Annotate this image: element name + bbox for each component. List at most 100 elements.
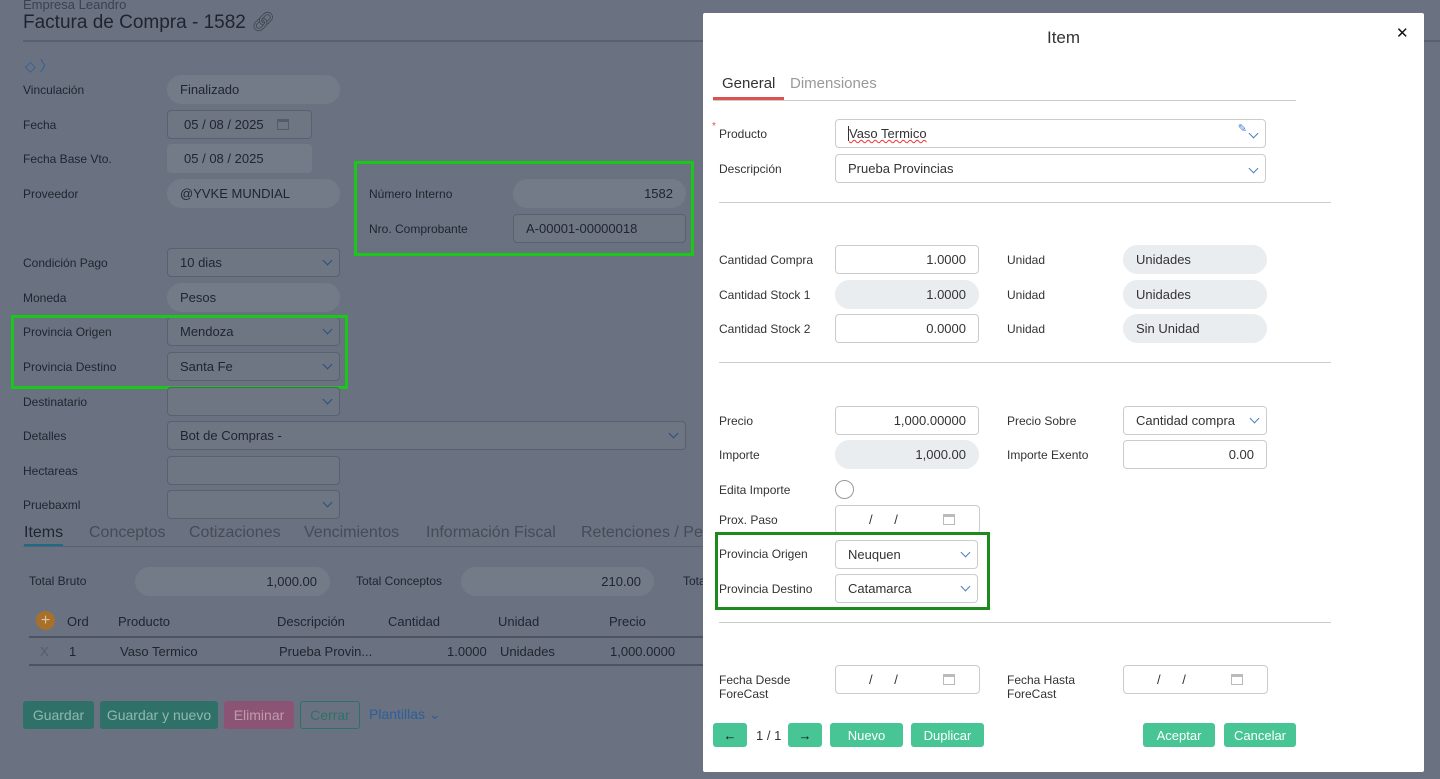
col-descripcion: Descripción	[277, 614, 345, 629]
fecha-hasta-label: Fecha Hasta ForeCast	[1007, 673, 1076, 701]
tab-retenciones[interactable]: Retenciones / Pe	[581, 524, 703, 542]
fecha-base-month: 08	[209, 151, 224, 166]
detalles-select[interactable]: Bot de Compras -	[167, 421, 686, 450]
prev-arrow-icon[interactable]: ←	[713, 723, 747, 747]
unidad-label: Unidad	[1007, 253, 1046, 267]
chevron-down-icon	[322, 394, 333, 405]
precio-label: Precio	[719, 414, 754, 428]
importe-label: Importe	[719, 448, 760, 462]
descripcion-select[interactable]: Prueba Provincias	[835, 154, 1266, 183]
fecha-base-day: 05	[184, 151, 199, 166]
proveedor-label: Proveedor	[23, 187, 79, 201]
unidad-label: Unidad	[1007, 288, 1046, 302]
total-bruto-value: 1,000.00	[135, 567, 330, 596]
col-unidad: Unidad	[498, 614, 540, 629]
chevron-down-icon	[322, 497, 333, 508]
fecha-base-field: 05 / 08 / 2025	[167, 144, 312, 173]
tab-items[interactable]: Items	[24, 524, 64, 547]
tab-vencimientos[interactable]: Vencimientos	[304, 524, 399, 542]
precio-sobre-value: Cantidad compra	[1136, 413, 1235, 428]
chevron-down-icon	[1248, 128, 1259, 139]
hectareas-input[interactable]	[167, 456, 340, 485]
highlight-box	[354, 161, 694, 256]
calendar-icon[interactable]	[943, 514, 955, 525]
highlight-box	[11, 315, 348, 389]
condicion-pago-label: Condición Pago	[23, 256, 108, 270]
precio-input[interactable]: 1,000.00000	[835, 406, 979, 435]
chevron-down-icon	[668, 428, 679, 439]
edit-pencil-icon[interactable]: ✎	[1238, 122, 1247, 135]
page-title-text: Factura de Compra - 1582	[23, 12, 246, 33]
calendar-icon[interactable]	[943, 674, 955, 685]
destinatario-select[interactable]	[167, 387, 340, 416]
tag-icon[interactable]: ◇ 〉	[25, 56, 54, 76]
required-marker: *	[712, 121, 716, 132]
moneda-field: Pesos	[167, 283, 340, 312]
aceptar-button[interactable]: Aceptar	[1143, 723, 1215, 747]
proveedor-field: @YVKE MUNDIAL	[167, 179, 340, 208]
total-conceptos-value: 210.00	[461, 567, 654, 596]
tab-general[interactable]: General	[713, 75, 785, 100]
cantidad-compra-input[interactable]: 1.0000	[835, 245, 979, 274]
total-bruto-label: Total Bruto	[29, 574, 87, 588]
importe-exento-label: Importe Exento	[1007, 448, 1089, 462]
prox-paso-label: Prox. Paso	[719, 513, 778, 527]
cancelar-button[interactable]: Cancelar	[1224, 723, 1296, 747]
total-conceptos-label: Total Conceptos	[356, 574, 443, 588]
delete-row-icon[interactable]: X	[40, 644, 49, 659]
pruebaxml-select[interactable]	[167, 490, 340, 519]
plantillas-dropdown[interactable]: Plantillas ⌄	[369, 706, 441, 723]
chevron-down-icon	[1249, 413, 1260, 424]
add-row-icon[interactable]: +	[36, 611, 55, 630]
prox-paso-date-input[interactable]: / /	[835, 505, 980, 534]
calendar-icon[interactable]	[1231, 674, 1243, 685]
fecha-hasta-date-input[interactable]: / /	[1123, 665, 1268, 694]
pruebaxml-label: Pruebaxml	[23, 498, 81, 512]
detalles-label: Detalles	[23, 429, 67, 443]
fecha-label: Fecha	[23, 118, 57, 132]
fecha-input[interactable]: 05 / 08 / 2025	[167, 110, 312, 139]
fecha-base-year: 2025	[234, 151, 264, 166]
fecha-desde-date-input[interactable]: / /	[835, 665, 980, 694]
duplicar-button[interactable]: Duplicar	[911, 723, 984, 747]
condicion-pago-value: 10 dias	[180, 255, 222, 270]
cantidad-stock2-label: Cantidad Stock 2	[719, 322, 811, 336]
producto-input[interactable]: Vaso Termico ✎	[835, 119, 1266, 148]
tab-informacion-fiscal[interactable]: Información Fiscal	[426, 524, 556, 542]
precio-sobre-select[interactable]: Cantidad compra	[1123, 406, 1267, 435]
highlight-box	[715, 532, 990, 610]
fecha-desde-label: Fecha Desde ForeCast	[719, 673, 791, 701]
close-icon[interactable]: ✕	[1396, 24, 1409, 42]
cell-precio: 1,000.0000	[610, 644, 676, 659]
unidad-stock1-field: Unidades	[1123, 280, 1267, 309]
col-precio: Precio	[609, 614, 646, 629]
cantidad-stock2-input[interactable]: 0.0000	[835, 314, 979, 343]
detalles-value: Bot de Compras -	[180, 428, 282, 443]
dialog-title: Item	[1046, 28, 1081, 47]
fecha-year: 2025	[234, 117, 264, 132]
eliminar-button[interactable]: Eliminar	[224, 701, 294, 729]
fecha-month: 08	[209, 117, 224, 132]
calendar-icon[interactable]	[277, 119, 289, 130]
next-arrow-icon[interactable]: →	[788, 723, 822, 747]
tab-dimensiones[interactable]: Dimensiones	[790, 75, 877, 92]
importe-exento-input[interactable]: 0.00	[1123, 440, 1267, 469]
cerrar-button[interactable]: Cerrar	[300, 701, 360, 729]
condicion-pago-select[interactable]: 10 dias	[167, 248, 340, 277]
descripcion-value: Prueba Provincias	[848, 161, 954, 176]
tab-cotizaciones[interactable]: Cotizaciones	[189, 524, 281, 542]
link-icon[interactable]: 🔗︎	[251, 12, 275, 33]
precio-sobre-label: Precio Sobre	[1007, 414, 1077, 428]
fecha-day: 05	[184, 117, 199, 132]
guardar-y-nuevo-button[interactable]: Guardar y nuevo	[100, 701, 218, 729]
nuevo-button[interactable]: Nuevo	[830, 723, 903, 747]
vinculacion-label: Vinculación	[23, 83, 85, 97]
cell-unidad: Unidades	[500, 644, 555, 659]
guardar-button[interactable]: Guardar	[23, 701, 94, 729]
col-ord: Ord	[67, 614, 89, 629]
unidad-compra-field: Unidades	[1123, 245, 1267, 274]
cell-producto: Vaso Termico	[120, 644, 198, 659]
edita-importe-checkbox[interactable]	[835, 480, 854, 499]
cantidad-stock1-label: Cantidad Stock 1	[719, 288, 811, 302]
tab-conceptos[interactable]: Conceptos	[89, 524, 166, 542]
